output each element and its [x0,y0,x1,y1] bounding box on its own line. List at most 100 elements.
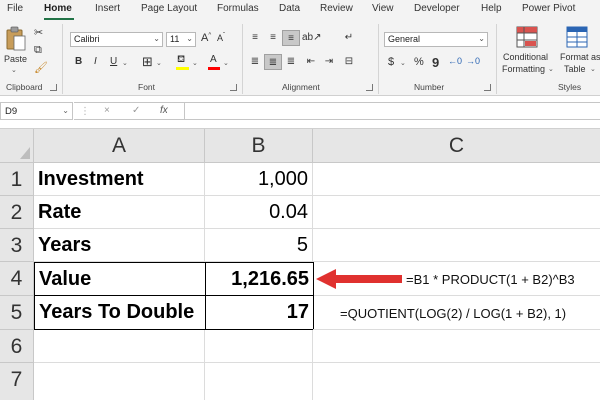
cell-a3[interactable]: Years [34,229,205,262]
fill-color-button[interactable]: ⛾ [176,54,190,70]
formula-note-value: =B1 * PRODUCT(1 + B2)^B3 [406,272,575,287]
column-header-a[interactable]: A [34,129,205,163]
menu-bar: File Home Insert Page Layout Formulas Da… [0,0,600,20]
currency-dropdown-icon[interactable]: ⌄ [400,59,406,67]
paste-button[interactable]: Paste ⌄ [4,26,28,74]
formula-bar: D9 ⌄ ⋮ × ✓ fx [0,100,600,122]
italic-button[interactable]: I [94,56,97,67]
align-top-icon[interactable]: ≡ [246,30,264,46]
tab-review[interactable]: Review [320,3,353,14]
row-header-6[interactable]: 6 [0,330,34,363]
tab-developer[interactable]: Developer [414,3,460,14]
tab-home[interactable]: Home [44,3,72,14]
number-launcher-icon[interactable] [484,84,491,91]
cell-b1[interactable]: 1,000 [205,163,313,196]
merge-center-icon[interactable]: ⊟ [340,54,358,70]
increase-indent-icon[interactable]: ⇥ [320,54,338,70]
cell-b7[interactable] [205,363,313,400]
cell-c2[interactable] [313,196,600,229]
borders-icon[interactable]: ⊞ [142,54,153,70]
align-middle-icon[interactable]: ≡ [264,30,282,46]
formula-input[interactable] [184,102,600,120]
cell-c6[interactable] [313,330,600,363]
name-box[interactable]: D9 ⌄ [0,102,73,120]
cell-a5[interactable]: Years To Double [34,295,206,330]
arrow-annotation-icon [316,269,402,289]
font-color-dropdown-icon[interactable]: ⌄ [223,59,229,67]
cell-a7[interactable] [34,363,205,400]
tab-data[interactable]: Data [279,3,300,14]
row-header-5[interactable]: 5 [0,296,34,330]
conditional-formatting-button[interactable]: Conditional Formatting ⌄ [500,24,554,78]
tab-file[interactable]: File [7,3,23,14]
underline-button[interactable]: U [110,56,117,67]
row-header-2[interactable]: 2 [0,196,34,229]
font-name-dropdown[interactable]: Calibri ⌄ [70,32,163,47]
cancel-icon[interactable]: × [104,105,110,116]
cell-a4[interactable]: Value [34,262,206,296]
chevron-down-icon: ⌄ [186,34,193,43]
alignment-launcher-icon[interactable] [366,84,373,91]
row-header-1[interactable]: 1 [0,163,34,196]
tab-formulas[interactable]: Formulas [217,3,259,14]
row-header-7[interactable]: 7 [0,363,34,400]
chevron-down-icon: ⌄ [153,34,160,43]
increase-decimal-icon[interactable]: ←0 [448,56,462,66]
align-left-icon[interactable]: ≣ [246,54,264,70]
cell-b4[interactable]: 1,216.65 [205,262,314,296]
number-format-dropdown[interactable]: General ⌄ [384,32,488,47]
row-header-3[interactable]: 3 [0,229,34,262]
font-size-dropdown[interactable]: 11 ⌄ [166,32,196,47]
currency-button[interactable]: $ [388,56,394,68]
cell-c1[interactable] [313,163,600,196]
tab-insert[interactable]: Insert [95,3,120,14]
format-as-table-button[interactable]: Format as Table ⌄ [556,24,600,78]
cut-icon[interactable]: ✂ [34,26,43,39]
align-right-icon[interactable]: ≣ [282,54,300,70]
cell-b5[interactable]: 17 [205,295,314,330]
percent-button[interactable]: % [414,56,424,68]
format-painter-icon[interactable]: 🖌 [34,61,48,74]
align-center-icon[interactable]: ≣ [264,54,282,70]
chevron-down-icon: ⌄ [548,66,554,73]
select-all-corner[interactable] [0,129,34,163]
tab-view[interactable]: View [372,3,394,14]
font-color-button[interactable]: A [208,54,220,70]
cell-c7[interactable] [313,363,600,400]
cell-b3[interactable]: 5 [205,229,313,262]
wrap-text-icon[interactable]: ↵ [340,30,358,46]
clipboard-group-label: Clipboard [6,82,43,92]
tab-page-layout[interactable]: Page Layout [141,3,197,14]
borders-dropdown-icon[interactable]: ⌄ [156,59,162,67]
font-launcher-icon[interactable] [230,84,237,91]
column-header-b[interactable]: B [205,129,313,163]
decrease-decimal-icon[interactable]: →0 [466,56,480,66]
paste-dropdown-icon[interactable]: ⌄ [11,66,17,74]
cell-b6[interactable] [205,330,313,363]
bold-button[interactable]: B [75,56,82,67]
align-bottom-icon[interactable]: ≡ [282,30,300,46]
tab-power-pivot[interactable]: Power Pivot [522,3,575,14]
chevron-down-icon: ⌄ [62,106,69,115]
underline-dropdown-icon[interactable]: ⌄ [122,59,128,67]
enter-icon[interactable]: ✓ [132,105,140,116]
cell-a1[interactable]: Investment [34,163,205,196]
clipboard-launcher-icon[interactable] [50,84,57,91]
cell-b2[interactable]: 0.04 [205,196,313,229]
cell-a2[interactable]: Rate [34,196,205,229]
orientation-icon[interactable]: ab↗ [302,30,322,46]
grow-font-button[interactable]: A^ [201,32,211,44]
tab-help[interactable]: Help [481,3,502,14]
shrink-font-button[interactable]: Aˇ [217,33,225,43]
cell-c5[interactable]: =QUOTIENT(LOG(2) / LOG(1 + B2), 1) [313,296,600,330]
copy-icon[interactable]: ⧉ [34,44,42,57]
cell-c3[interactable] [313,229,600,262]
format-as-table-icon [566,26,588,48]
row-header-4[interactable]: 4 [0,262,34,296]
decrease-indent-icon[interactable]: ⇤ [302,54,320,70]
column-header-c[interactable]: C [313,129,600,163]
fill-color-dropdown-icon[interactable]: ⌄ [192,59,198,67]
cell-a6[interactable] [34,330,205,363]
insert-function-icon[interactable]: fx [160,105,168,116]
comma-button[interactable]: 9 [432,55,439,70]
